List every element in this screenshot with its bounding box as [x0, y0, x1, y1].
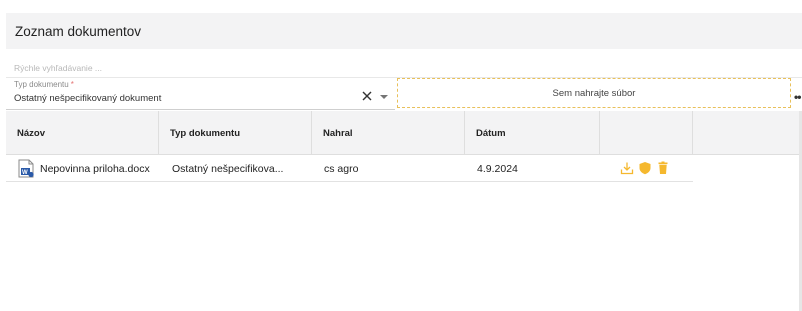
cell-uploaded-by: cs agro	[324, 162, 359, 175]
cell-date: 4.9.2024	[477, 162, 518, 175]
word-document-icon: W	[18, 159, 34, 178]
download-icon[interactable]	[620, 161, 634, 175]
filter-row: Typ dokumentu * Ostatný nešpecifikovaný d…	[6, 78, 802, 110]
column-header-name[interactable]: Názov	[6, 111, 159, 155]
document-type-value: Ostatný nešpecifikovaný dokument	[14, 93, 162, 104]
document-grid: Názov Typ dokumentu Nahral Dátum W Nepov…	[6, 111, 802, 182]
table-row[interactable]: W Nepovinna priloha.docx Ostatný nešpeci…	[6, 155, 693, 182]
page: Zoznam dokumentov Typ dokumentu* Ostatný…	[0, 0, 802, 311]
shield-icon[interactable]	[638, 161, 652, 175]
column-header-actions	[600, 111, 693, 155]
document-list-panel: Zoznam dokumentov Typ dokumentu* Ostatný…	[6, 13, 802, 311]
column-header-uploaded-by[interactable]: Nahral	[312, 111, 465, 155]
svg-text:W: W	[22, 170, 28, 176]
more-options-icon[interactable]: ••	[794, 91, 801, 103]
quick-search-input[interactable]	[14, 63, 214, 73]
search-row	[6, 49, 802, 78]
column-header-date[interactable]: Dátum	[465, 111, 600, 155]
column-header-type[interactable]: Typ dokumentu	[159, 111, 312, 155]
document-type-select[interactable]: Typ dokumentu * Ostatný nešpecifikovaný d…	[6, 78, 395, 110]
document-type-label: Typ dokumentu *	[14, 80, 74, 89]
cell-name[interactable]: Nepovinna priloha.docx	[40, 155, 158, 182]
clear-icon[interactable]	[361, 90, 373, 102]
column-header-filler	[693, 111, 799, 155]
cell-type: Ostatný nešpecifikova...	[172, 162, 284, 175]
file-upload-dropzone[interactable]: Sem nahrajte súbor	[397, 78, 791, 108]
grid-header: Názov Typ dokumentu Nahral Dátum	[6, 111, 799, 155]
required-mark: *	[70, 80, 74, 89]
chevron-down-icon[interactable]	[380, 95, 388, 99]
panel-header: Zoznam dokumentov	[6, 13, 802, 49]
trash-icon[interactable]	[656, 161, 670, 175]
panel-title: Zoznam dokumentov	[15, 23, 142, 39]
upload-text: Sem nahrajte súbor	[552, 87, 636, 99]
